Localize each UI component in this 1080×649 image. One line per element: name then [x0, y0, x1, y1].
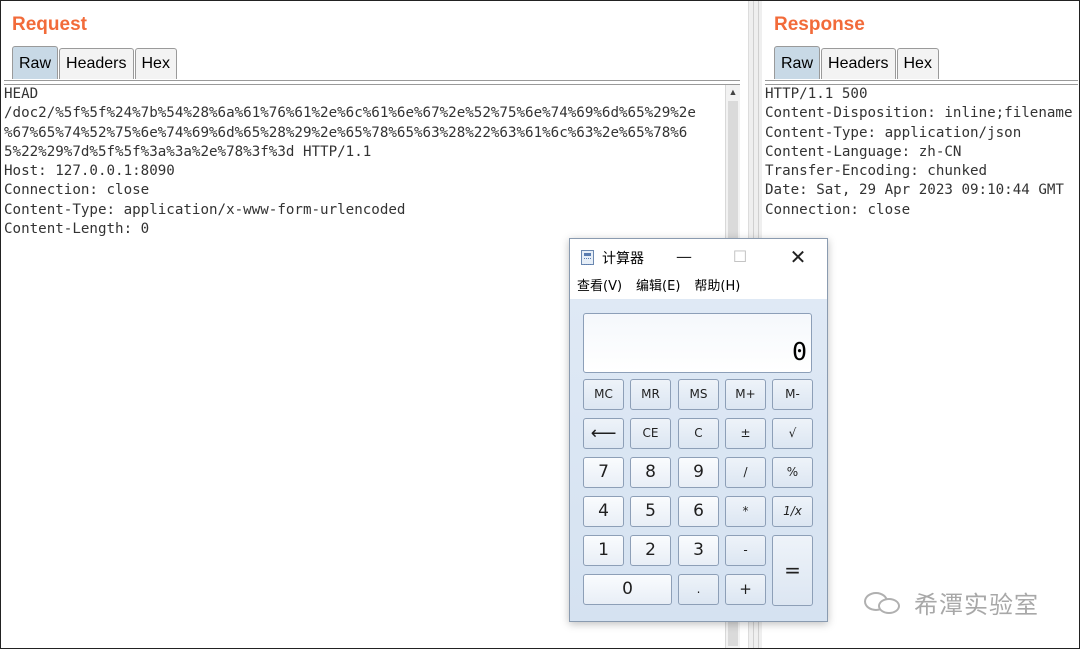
- calculator-titlebar[interactable]: 计算器 — ☐ ✕: [570, 239, 827, 275]
- watermark: 希潭实验室: [864, 586, 1039, 619]
- key-plus[interactable]: +: [725, 574, 766, 605]
- key-7[interactable]: 7: [583, 457, 624, 488]
- key-c[interactable]: C: [678, 418, 719, 449]
- key-ms[interactable]: MS: [678, 379, 719, 410]
- request-line: Content-Length: 0: [4, 221, 150, 238]
- key-9[interactable]: 9: [678, 457, 719, 488]
- key-8[interactable]: 8: [630, 457, 671, 488]
- key-1[interactable]: 1: [583, 535, 624, 566]
- display-value: 0: [791, 337, 807, 366]
- key-sqrt[interactable]: √: [772, 418, 813, 449]
- request-title: Request: [12, 14, 87, 35]
- maximize-button[interactable]: ☐: [726, 245, 754, 269]
- key-mr[interactable]: MR: [630, 379, 671, 410]
- key-ce[interactable]: CE: [630, 418, 671, 449]
- request-line: /doc2/%5f%5f%24%7b%54%28%6a%61%76%61%2e%…: [4, 105, 696, 122]
- response-line: Transfer-Encoding: chunked: [765, 163, 988, 180]
- request-tabs: Raw Headers Hex: [12, 46, 178, 80]
- response-line: Connection: close: [765, 201, 911, 218]
- request-line: Host: 127.0.0.1:8090: [4, 163, 175, 180]
- key-3[interactable]: 3: [678, 535, 719, 566]
- request-tab-raw[interactable]: Raw: [12, 46, 59, 79]
- calculator-window: 计算器 — ☐ ✕ 查看(V) 编辑(E) 帮助(H) 0 MC MR MS M…: [569, 238, 828, 622]
- response-tab-hex[interactable]: Hex: [896, 48, 939, 79]
- watermark-text: 希潭实验室: [914, 590, 1039, 619]
- key-decimal[interactable]: .: [678, 574, 719, 605]
- response-tabs: Raw Headers Hex: [774, 46, 940, 80]
- key-minus[interactable]: -: [725, 535, 766, 566]
- key-m-minus[interactable]: M-: [772, 379, 813, 410]
- response-title: Response: [774, 14, 865, 35]
- response-tab-headers[interactable]: Headers: [821, 48, 896, 79]
- response-line: Content-Disposition: inline;filename: [765, 105, 1073, 122]
- request-line: HEAD: [4, 86, 39, 102]
- wechat-icon: [864, 589, 904, 615]
- key-2[interactable]: 2: [630, 535, 671, 566]
- key-divide[interactable]: /: [725, 457, 766, 488]
- request-line: %67%65%74%52%75%6e%74%69%6d%65%28%29%2e%…: [4, 124, 688, 141]
- key-5[interactable]: 5: [630, 496, 671, 527]
- menu-help[interactable]: 帮助(H): [687, 275, 747, 299]
- menu-edit[interactable]: 编辑(E): [629, 275, 687, 299]
- key-equals[interactable]: =: [772, 535, 813, 606]
- scroll-up-icon[interactable]: ▲: [726, 85, 740, 99]
- request-line: 5%22%29%7d%5f%5f%3a%3a%2e%78%3f%3d HTTP/…: [4, 143, 372, 160]
- key-m-plus[interactable]: M+: [725, 379, 766, 410]
- request-line: Connection: close: [4, 182, 150, 199]
- key-backspace[interactable]: ⟵: [583, 418, 624, 449]
- key-plus-minus[interactable]: ±: [725, 418, 766, 449]
- request-line: Content-Type: application/x-www-form-url…: [4, 201, 406, 218]
- calculator-title: 计算器: [602, 251, 644, 267]
- response-line: Content-Type: application/json: [765, 124, 1022, 141]
- response-tab-raw[interactable]: Raw: [774, 46, 821, 79]
- close-button[interactable]: ✕: [784, 245, 812, 269]
- calculator-body: 0 MC MR MS M+ M- ⟵ CE C ± √ 7 8 9 / % 4 …: [570, 299, 827, 621]
- menu-view[interactable]: 查看(V): [570, 275, 629, 299]
- calculator-icon: [581, 250, 594, 265]
- response-line: HTTP/1.1 500: [765, 86, 868, 102]
- request-tab-headers[interactable]: Headers: [59, 48, 134, 79]
- key-0[interactable]: 0: [583, 574, 672, 605]
- key-reciprocal[interactable]: 1/x: [772, 496, 813, 527]
- response-line: Date: Sat, 29 Apr 2023 09:10:44 GMT: [765, 182, 1064, 199]
- key-6[interactable]: 6: [678, 496, 719, 527]
- key-4[interactable]: 4: [583, 496, 624, 527]
- request-tab-hex[interactable]: Hex: [134, 48, 177, 79]
- calculator-display: 0: [583, 313, 812, 373]
- minimize-button[interactable]: —: [670, 245, 698, 269]
- key-mc[interactable]: MC: [583, 379, 624, 410]
- key-percent[interactable]: %: [772, 457, 813, 488]
- calculator-menubar: 查看(V) 编辑(E) 帮助(H): [570, 275, 827, 299]
- response-line: Content-Language: zh-CN: [765, 143, 962, 160]
- key-multiply[interactable]: *: [725, 496, 766, 527]
